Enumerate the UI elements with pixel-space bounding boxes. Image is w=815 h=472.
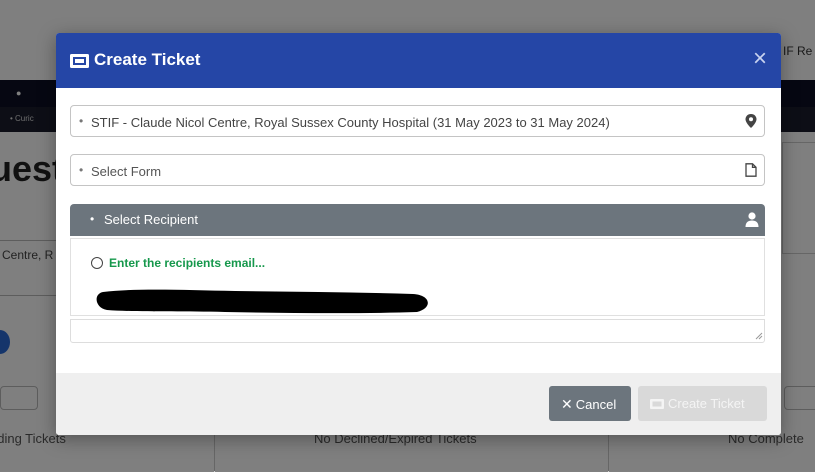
ticket-icon [650,399,664,409]
ticket-icon [70,54,89,68]
select-recipient-bar[interactable]: • Select Recipient [70,204,765,236]
create-ticket-modal: Create Ticket × • STIF - Claude Nicol Ce… [56,33,781,435]
message-textarea[interactable] [70,319,765,343]
location-select[interactable]: • STIF - Claude Nicol Centre, Royal Suss… [70,105,765,137]
email-option-radio[interactable] [91,257,103,269]
user-icon [745,212,759,227]
create-ticket-label: Create Ticket [668,396,745,411]
create-ticket-button[interactable]: Create Ticket [638,386,767,421]
cancel-button[interactable]: ✕ Cancel [549,386,631,421]
bullet-icon: • [90,212,95,226]
modal-header: Create Ticket × [56,33,781,88]
form-placeholder: Select Form [91,164,162,179]
recipient-options: Enter the recipients email... [70,238,765,316]
redaction-mark [96,289,428,314]
document-icon [745,163,757,177]
location-value: STIF - Claude Nicol Centre, Royal Sussex… [91,115,610,130]
bullet-icon: • [79,163,84,177]
resize-grip-icon[interactable] [755,332,763,340]
modal-footer: ✕ Cancel Create Ticket [56,373,781,435]
email-option-label[interactable]: Enter the recipients email... [109,256,265,270]
close-button[interactable]: × [753,45,767,73]
map-pin-icon [745,114,757,128]
recipient-label: Select Recipient [104,212,198,227]
cancel-label: Cancel [575,397,617,412]
modal-title: Create Ticket [94,50,201,69]
close-icon: ✕ [561,396,573,412]
form-select[interactable]: • Select Form [70,154,765,186]
bullet-icon: • [79,114,84,128]
